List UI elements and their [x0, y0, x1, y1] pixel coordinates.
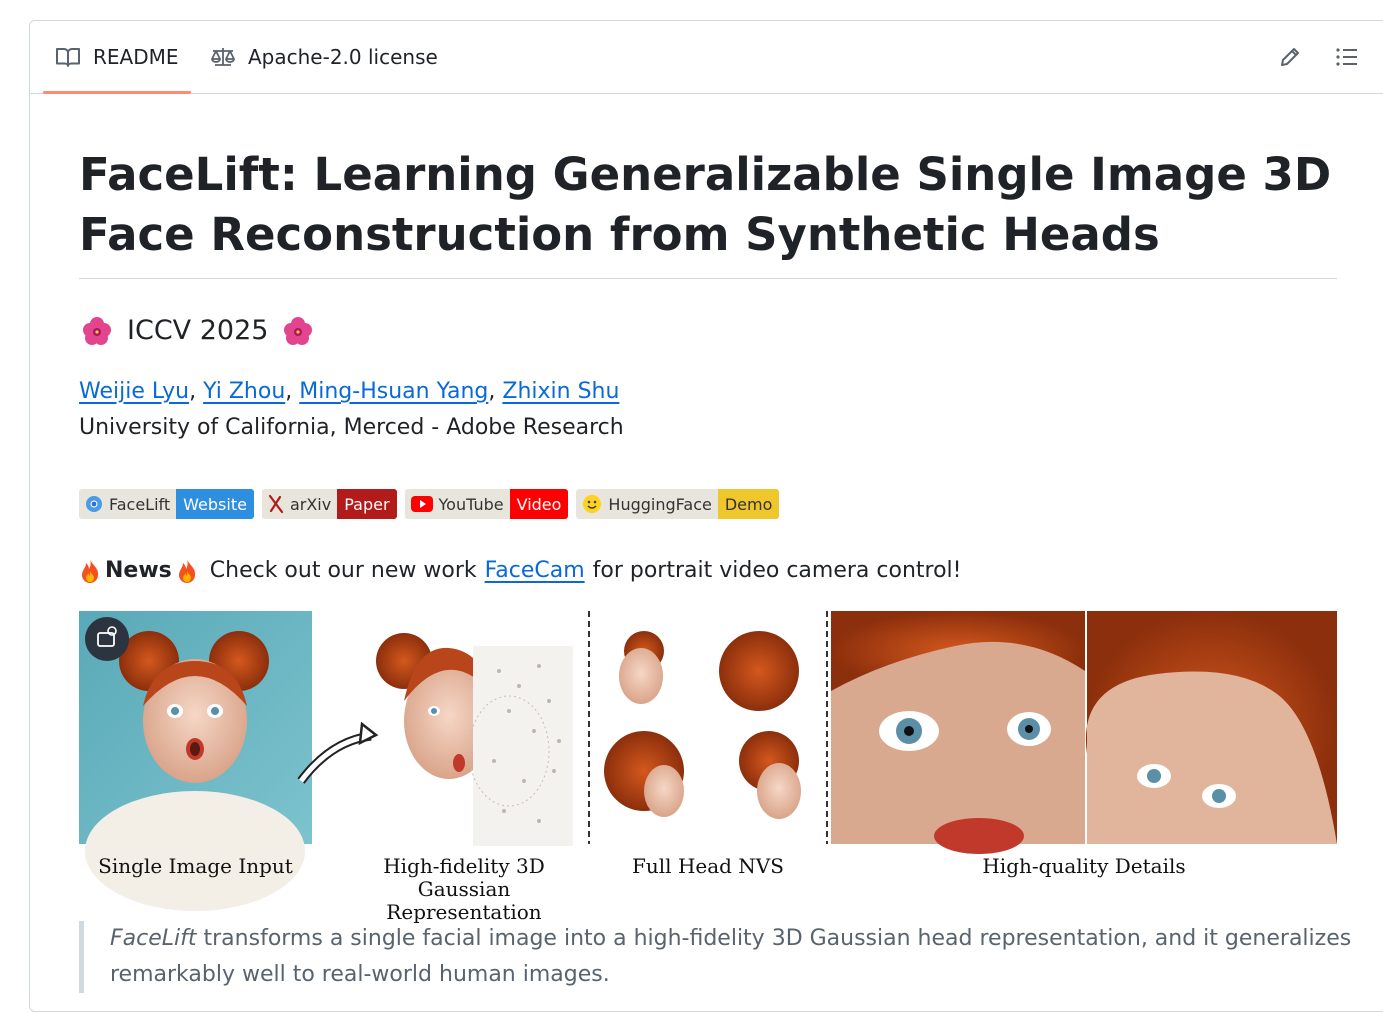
fire-icon: [178, 559, 195, 583]
badge-left-text: YouTube: [438, 494, 504, 514]
youtube-badge[interactable]: YouTube Video: [404, 489, 569, 519]
tab-readme-label: README: [93, 45, 179, 69]
chrome-icon: [86, 496, 102, 512]
teaser-figure[interactable]: Single Image Input High-fidelity 3D Gaus…: [79, 611, 1337, 924]
tab-license-label: Apache-2.0 license: [248, 45, 438, 69]
conference-label: ICCV 2025: [127, 315, 269, 346]
quote-text: transforms a single facial image into a …: [110, 926, 1352, 987]
badge-left: FaceLift: [79, 489, 177, 519]
caption-details: High-quality Details: [982, 854, 1186, 878]
huggingface-badge[interactable]: HuggingFace Demo: [576, 489, 780, 519]
badge-right-text: Website: [176, 489, 254, 519]
caption-gaussian: High-fidelity 3D Gaussian Representation: [383, 854, 545, 924]
book-icon: [56, 48, 80, 67]
badge-right-text: Demo: [717, 489, 780, 519]
badge-left-text: FaceLift: [109, 494, 171, 514]
readme-tabbar: README Apache-2.0 license: [30, 21, 1383, 94]
hibiscus-icon: [83, 316, 111, 345]
image-search-icon[interactable]: [85, 617, 129, 661]
news-text-pre: Check out our new work: [209, 558, 477, 583]
author-link[interactable]: Zhixin Shu: [502, 379, 619, 404]
news-line: News Check out our new work FaceCam for …: [79, 555, 961, 587]
news-label: News: [105, 558, 172, 583]
quote-emphasis: FaceLift: [110, 926, 197, 951]
caption-nvs: Full Head NVS: [632, 854, 784, 878]
readme-title: FaceLift: Learning Generalizable Single …: [79, 145, 1337, 279]
arxiv-icon: [268, 494, 284, 514]
tab-license[interactable]: Apache-2.0 license: [210, 21, 438, 93]
author-link[interactable]: Yi Zhou: [203, 379, 285, 404]
facecam-link[interactable]: FaceCam: [485, 555, 585, 587]
fire-icon: [82, 559, 99, 583]
badge-left-text: HuggingFace: [608, 494, 712, 514]
arxiv-badge[interactable]: arXiv Paper: [261, 489, 397, 519]
conference-line: ICCV 2025: [79, 315, 328, 346]
list-unordered-icon[interactable]: [1335, 45, 1359, 69]
badge-right-text: Video: [509, 489, 569, 519]
tab-readme[interactable]: README: [43, 21, 190, 94]
author-link[interactable]: Weijie Lyu: [79, 379, 189, 404]
news-text-post: for portrait video camera control!: [592, 558, 962, 583]
badge-left-text: arXiv: [289, 494, 332, 514]
caption-input: Single Image Input: [98, 854, 293, 878]
badge-left: YouTube: [404, 489, 510, 519]
hibiscus-icon: [284, 316, 313, 345]
law-scale-icon: [211, 48, 235, 66]
badge-right-text: Paper: [337, 489, 397, 519]
hugging-face-icon: [583, 495, 602, 513]
affiliation: University of California, Merced - Adobe…: [79, 415, 624, 440]
summary-blockquote: FaceLift transforms a single facial imag…: [79, 921, 1368, 993]
website-badge[interactable]: FaceLift Website: [79, 489, 254, 519]
badge-left: arXiv: [261, 489, 338, 519]
pencil-icon[interactable]: [1278, 45, 1302, 69]
author-list: Weijie Lyu, Yi Zhou, Ming-Hsuan Yang, Zh…: [79, 379, 620, 404]
badge-row: FaceLift Website arXiv Paper YouTube Vid…: [79, 489, 780, 519]
badge-left: HuggingFace: [576, 489, 718, 519]
readme-panel: README Apache-2.0 license FaceLift: Lear…: [29, 20, 1383, 1012]
youtube-icon: [410, 496, 433, 512]
author-link[interactable]: Ming-Hsuan Yang: [299, 379, 488, 404]
